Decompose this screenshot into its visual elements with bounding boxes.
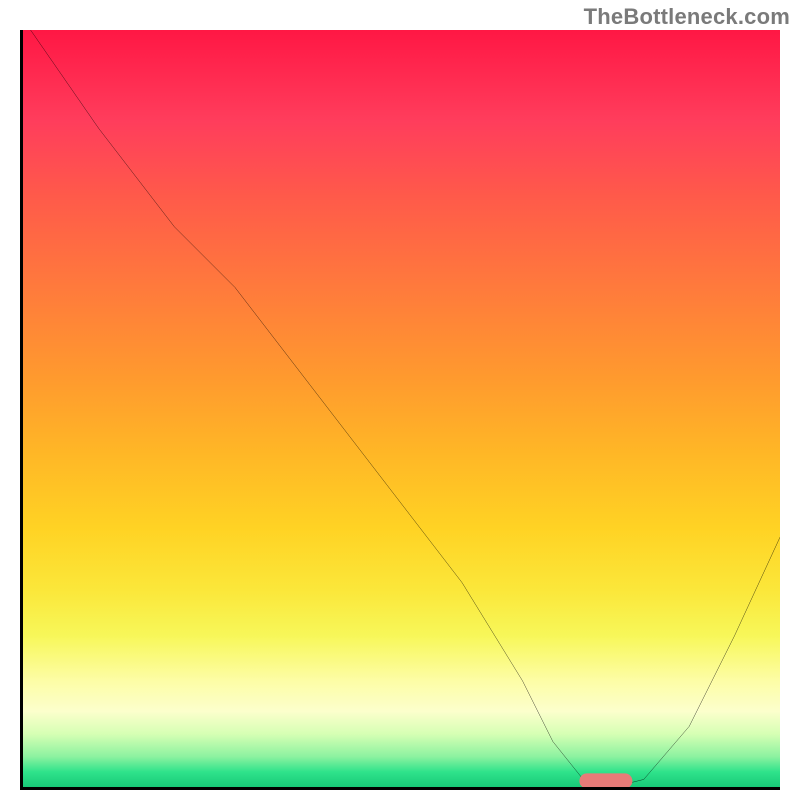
watermark-text: TheBottleneck.com bbox=[584, 4, 790, 30]
optimal-marker-layer bbox=[23, 30, 780, 787]
chart-container: TheBottleneck.com bbox=[0, 0, 800, 800]
plot-area bbox=[20, 30, 780, 790]
optimal-marker bbox=[579, 773, 632, 787]
